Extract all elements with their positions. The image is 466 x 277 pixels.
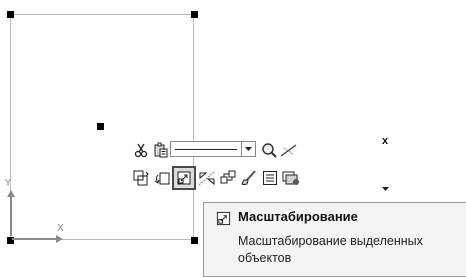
format-brush-icon[interactable] [238, 167, 260, 189]
properties-icon[interactable] [259, 167, 281, 189]
line-style-sample [175, 149, 237, 150]
copy-array-icon[interactable] [217, 167, 239, 189]
mirror-icon[interactable] [196, 167, 218, 189]
corner-handle[interactable] [191, 11, 198, 18]
scissors-icon[interactable] [130, 139, 152, 161]
y-axis-line [10, 192, 12, 236]
scale-icon[interactable] [172, 166, 196, 190]
chevron-down-icon[interactable] [382, 181, 389, 195]
y-axis-label: Y [5, 178, 12, 189]
x-axis-label: X [57, 223, 64, 234]
x-axis-arrow-icon [56, 235, 63, 243]
close-icon[interactable]: x [382, 135, 388, 147]
scale-icon [216, 211, 231, 229]
center-handle[interactable] [97, 123, 104, 130]
tooltip-description: Масштабирование выделенных объектов [238, 234, 423, 265]
corner-handle[interactable] [191, 237, 198, 244]
tooltip: Масштабирование Масштабирование выделенн… [203, 202, 466, 277]
corner-handle[interactable] [7, 11, 14, 18]
paste-icon[interactable] [150, 139, 172, 161]
move-icon[interactable] [130, 167, 152, 189]
zoom-icon[interactable] [258, 139, 280, 161]
snap-line-icon[interactable] [278, 139, 300, 161]
chevron-down-icon[interactable] [241, 142, 255, 156]
edit-toolbar: x [130, 135, 400, 205]
tooltip-title: Масштабирование [238, 209, 358, 224]
line-style-select[interactable] [170, 141, 256, 157]
layer-icon[interactable] [280, 167, 302, 189]
y-axis-arrow-icon [7, 190, 15, 197]
x-axis-line [12, 238, 58, 240]
rotate-icon[interactable] [151, 167, 173, 189]
